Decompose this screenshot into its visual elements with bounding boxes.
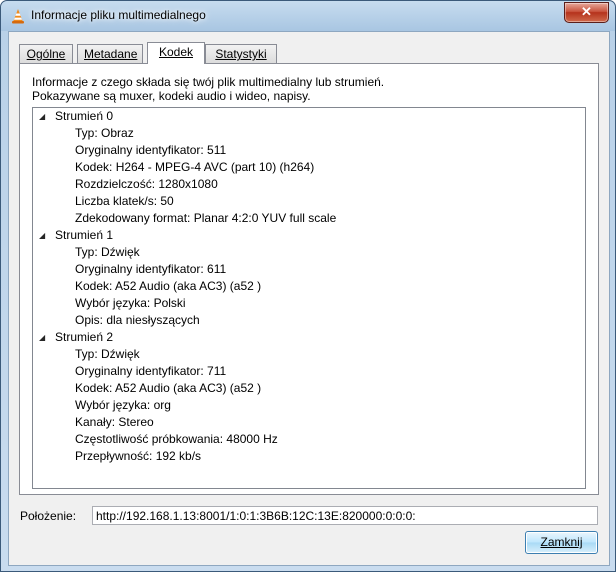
stream-0-prop[interactable]: Zdekodowany format: Planar 4:2:0 YUV ful… bbox=[75, 210, 336, 227]
stream-0-prop[interactable]: Liczba klatek/s: 50 bbox=[75, 193, 174, 210]
codec-info-description: Informacje z czego składa się twój plik … bbox=[32, 75, 384, 103]
vlc-cone-icon bbox=[12, 9, 24, 24]
dialog-client-area: Ogólne Metadane Kodek Statystyki Informa… bbox=[8, 31, 610, 566]
info-line-2: Pokazywane są muxer, kodeki audio i wide… bbox=[32, 89, 311, 103]
stream-0-prop[interactable]: Rozdzielczość: 1280x1080 bbox=[75, 176, 218, 193]
stream-2-prop[interactable]: Oryginalny identyfikator: 711 bbox=[75, 363, 226, 380]
stream-2-prop[interactable]: Typ: Dźwięk bbox=[75, 346, 140, 363]
close-button[interactable]: Zamknij bbox=[525, 531, 598, 554]
stream-2-prop[interactable]: Przepływność: 192 kb/s bbox=[75, 448, 201, 465]
stream-0-prop[interactable]: Kodek: H264 - MPEG-4 AVC (part 10) (h264… bbox=[75, 159, 314, 176]
stream-0-prop[interactable]: Oryginalny identyfikator: 511 bbox=[75, 142, 226, 159]
stream-1-node[interactable]: Strumień 1 bbox=[55, 227, 113, 244]
stream-2-prop[interactable]: Wybór języka: org bbox=[75, 397, 171, 414]
title-bar[interactable]: Informacje pliku multimedialnego ✕ bbox=[1, 1, 615, 31]
collapse-arrow-icon[interactable]: ◢ bbox=[39, 112, 49, 122]
stream-2-prop[interactable]: Częstotliwość próbkowania: 48000 Hz bbox=[75, 431, 278, 448]
stream-2-node[interactable]: Strumień 2 bbox=[55, 329, 113, 346]
stream-1-prop[interactable]: Typ: Dźwięk bbox=[75, 244, 140, 261]
stream-2-prop[interactable]: Kodek: A52 Audio (aka AC3) (a52 ) bbox=[75, 380, 261, 397]
stream-1-prop[interactable]: Kodek: A52 Audio (aka AC3) (a52 ) bbox=[75, 278, 261, 295]
stream-1-prop[interactable]: Opis: dla niesłyszących bbox=[75, 312, 200, 329]
stream-1-prop[interactable]: Oryginalny identyfikator: 611 bbox=[75, 261, 226, 278]
location-field[interactable]: http://192.168.1.13:8001/1:0:1:3B6B:12C:… bbox=[92, 506, 598, 525]
tab-kodek[interactable]: Kodek bbox=[147, 42, 205, 64]
tab-metadane[interactable]: Metadane bbox=[77, 44, 143, 63]
stream-2-prop[interactable]: Kanały: Stereo bbox=[75, 414, 154, 431]
stream-tree[interactable]: ◢ Strumień 0 Typ: Obraz Oryginalny ident… bbox=[32, 107, 586, 489]
location-label: Położenie: bbox=[20, 509, 77, 523]
stream-0-node[interactable]: Strumień 0 bbox=[55, 108, 113, 125]
window-title: Informacje pliku multimedialnego bbox=[31, 8, 206, 22]
tab-statystyki[interactable]: Statystyki bbox=[205, 44, 277, 63]
stream-1-prop[interactable]: Wybór języka: Polski bbox=[75, 295, 186, 312]
stream-0-prop[interactable]: Typ: Obraz bbox=[75, 125, 134, 142]
codec-tab-panel: Informacje z czego składa się twój plik … bbox=[19, 63, 599, 495]
collapse-arrow-icon[interactable]: ◢ bbox=[39, 333, 49, 343]
info-line-1: Informacje z czego składa się twój plik … bbox=[32, 75, 385, 89]
media-info-window: Informacje pliku multimedialnego ✕ Ogóln… bbox=[0, 0, 616, 572]
window-close-button[interactable]: ✕ bbox=[564, 2, 609, 23]
collapse-arrow-icon[interactable]: ◢ bbox=[39, 231, 49, 241]
tab-ogolne[interactable]: Ogólne bbox=[19, 44, 73, 63]
close-icon: ✕ bbox=[581, 4, 592, 19]
